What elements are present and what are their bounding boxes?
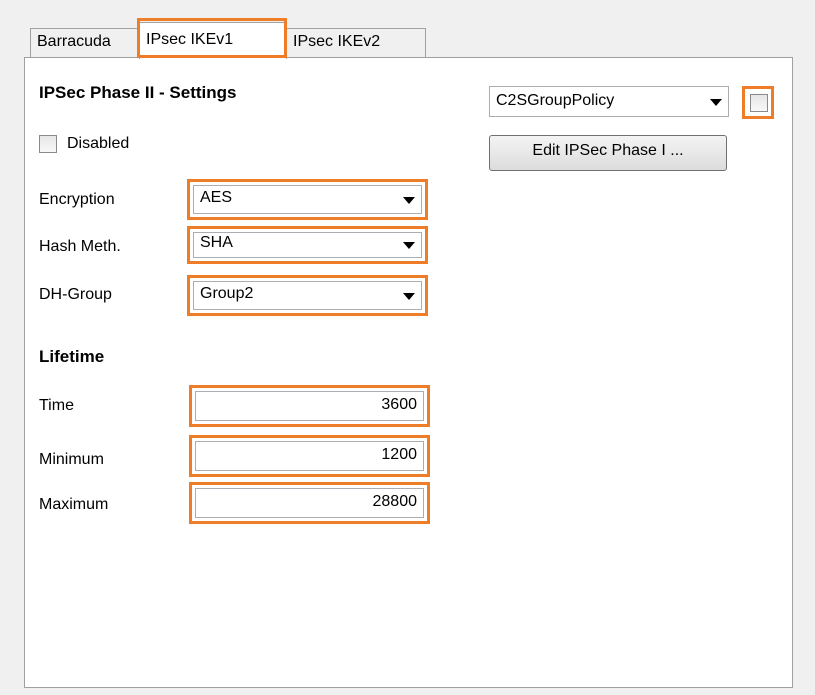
maximum-label: Maximum — [39, 496, 109, 513]
time-input[interactable]: 3600 — [195, 391, 424, 421]
chevron-down-icon — [403, 242, 415, 249]
maximum-input[interactable]: 28800 — [195, 488, 424, 518]
tab-ipsec-ikev1[interactable]: IPsec IKEv1 — [139, 22, 287, 59]
minimum-label: Minimum — [39, 451, 104, 468]
highlight-time: 3600 — [189, 385, 430, 427]
section-title-phase2: IPSec Phase II - Settings — [39, 83, 237, 102]
highlight-dh-group: Group2 — [187, 275, 428, 316]
hash-method-select[interactable]: SHA — [193, 232, 422, 258]
group-policy-value: C2SGroupPolicy — [496, 92, 615, 109]
disabled-label: Disabled — [67, 135, 130, 152]
encryption-value: AES — [200, 189, 233, 206]
ipsec-phase2-panel: IPSec Phase II - Settings Disabled Encry… — [24, 57, 793, 688]
tab-barracuda[interactable]: Barracuda — [30, 28, 140, 58]
dh-group-value: Group2 — [200, 285, 254, 302]
tab-ipsec-ikev2[interactable]: IPsec IKEv2 — [286, 28, 426, 58]
override-checkbox[interactable] — [750, 94, 768, 112]
encryption-label: Encryption — [39, 191, 115, 208]
hash-label: Hash Meth. — [39, 238, 121, 255]
highlight-maximum: 28800 — [189, 482, 430, 524]
hash-method-value: SHA — [200, 234, 233, 251]
dh-group-label: DH-Group — [39, 286, 112, 303]
chevron-down-icon — [403, 292, 415, 300]
group-policy-select[interactable]: C2SGroupPolicy — [489, 86, 729, 117]
chevron-down-icon — [710, 98, 722, 106]
section-title-lifetime: Lifetime — [39, 347, 105, 366]
time-label: Time — [39, 397, 74, 414]
edit-ipsec-phase1-button[interactable]: Edit IPSec Phase I ... — [489, 135, 727, 171]
chevron-down-icon — [403, 196, 415, 204]
encryption-select[interactable]: AES — [193, 185, 422, 214]
highlight-override — [742, 86, 774, 119]
highlight-encryption: AES — [187, 179, 428, 220]
disabled-checkbox[interactable] — [39, 135, 57, 153]
highlight-minimum: 1200 — [189, 435, 430, 477]
dh-group-select[interactable]: Group2 — [193, 281, 422, 310]
minimum-input[interactable]: 1200 — [195, 441, 424, 471]
highlight-hash: SHA — [187, 226, 428, 264]
